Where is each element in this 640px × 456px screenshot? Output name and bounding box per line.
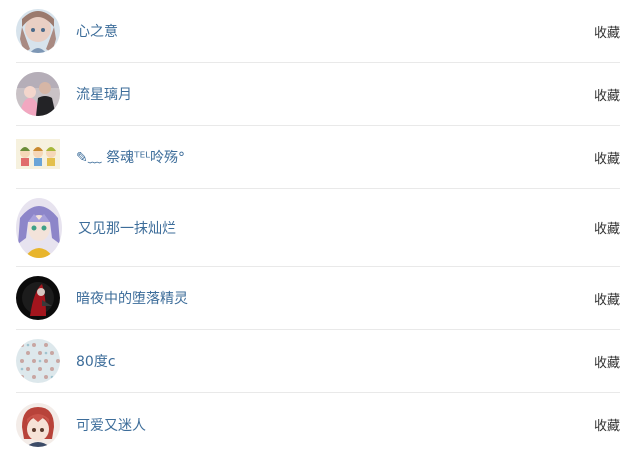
user-name[interactable]: ✎﹏ 祭魂ᵀᴱᴸ呤殇° <box>76 147 185 167</box>
favorite-button[interactable]: 收藏 <box>594 415 620 434</box>
girl-anime-avatar-icon[interactable] <box>16 9 60 53</box>
favorite-button[interactable]: 收藏 <box>594 352 620 371</box>
list-item[interactable]: 80度c 收藏 <box>16 330 620 393</box>
list-item[interactable]: 流星璃月 收藏 <box>16 63 620 126</box>
favorite-button[interactable]: 收藏 <box>594 85 620 104</box>
list-item[interactable]: 心之意 收藏 <box>16 0 620 63</box>
favorite-button[interactable]: 收藏 <box>594 148 620 167</box>
user-name[interactable]: 流星璃月 <box>76 84 132 104</box>
favorite-button[interactable]: 收藏 <box>594 218 620 237</box>
list-item[interactable]: ✎﹏ 祭魂ᵀᴱᴸ呤殇° 收藏 <box>16 126 620 189</box>
dark-red-figure-avatar-icon[interactable] <box>16 276 60 320</box>
purple-hair-anime-avatar-icon[interactable] <box>16 197 62 258</box>
list-item[interactable]: 又见那一抹灿烂 收藏 <box>16 189 620 267</box>
red-hair-anime-avatar-icon[interactable] <box>16 402 60 447</box>
list-item[interactable]: 暗夜中的堕落精灵 收藏 <box>16 267 620 330</box>
family-photo-avatar-icon[interactable] <box>16 72 60 116</box>
user-name[interactable]: 心之意 <box>76 21 118 41</box>
favorite-button[interactable]: 收藏 <box>594 22 620 41</box>
user-list: 心之意 收藏 流星璃月 收藏 ✎﹏ 祭魂ᵀᴱᴸ呤殇° 收藏 又见那一抹灿烂 收藏… <box>0 0 640 456</box>
user-name[interactable]: 80度c <box>76 351 116 371</box>
pattern-avatar-icon[interactable] <box>16 339 60 383</box>
children-cartoon-avatar-icon[interactable] <box>16 135 60 179</box>
user-name[interactable]: 可爱又迷人 <box>76 415 146 435</box>
user-name[interactable]: 又见那一抹灿烂 <box>78 218 176 238</box>
list-item[interactable]: 可爱又迷人 收藏 <box>16 393 620 456</box>
favorite-button[interactable]: 收藏 <box>594 289 620 308</box>
user-name[interactable]: 暗夜中的堕落精灵 <box>76 288 188 308</box>
